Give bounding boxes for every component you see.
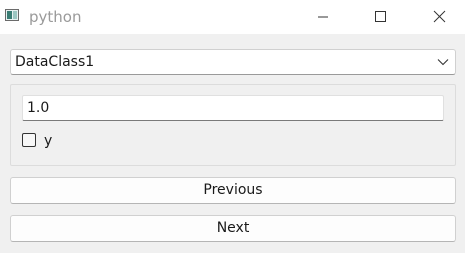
maximize-icon (375, 11, 386, 22)
close-button[interactable] (417, 0, 463, 34)
y-checkbox-label[interactable]: y (44, 132, 52, 150)
python-app-icon (5, 9, 19, 21)
next-button[interactable]: Next (10, 215, 456, 242)
title-bar[interactable]: python (0, 0, 465, 34)
maximize-button[interactable] (357, 0, 403, 34)
minimize-icon (318, 16, 328, 18)
fields-group: y (10, 84, 456, 166)
minimize-button[interactable] (300, 0, 346, 34)
window-title: python (29, 8, 82, 26)
app-window: python DataClass1 y Pr (0, 0, 465, 253)
y-checkbox-box[interactable] (22, 133, 36, 147)
chevron-down-icon (437, 59, 449, 66)
close-icon (433, 10, 446, 23)
previous-button[interactable]: Previous (10, 177, 456, 204)
class-selector-value: DataClass1 (15, 54, 95, 70)
class-selector-combobox[interactable]: DataClass1 (10, 49, 456, 75)
x-value-input[interactable] (22, 95, 444, 121)
